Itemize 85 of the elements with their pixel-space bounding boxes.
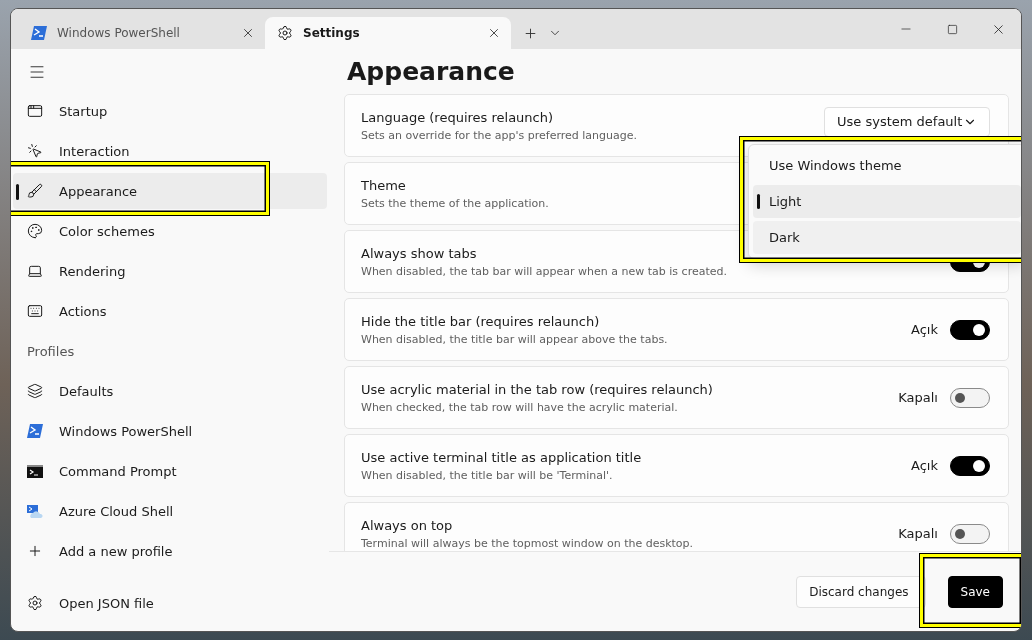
sidebar-item[interactable]: Color schemes (13, 213, 327, 249)
sidebar-item[interactable]: Open JSON file (13, 585, 327, 621)
tab[interactable]: Windows PowerShell (19, 17, 265, 49)
menu-icon (28, 63, 46, 81)
powershell-icon (31, 26, 47, 40)
toggle-state-label: Kapalı (898, 526, 938, 541)
sidebar-item[interactable]: Actions (13, 293, 327, 329)
setting-description: When disabled, the title bar will appear above the tabs. (361, 332, 668, 346)
layers-icon (27, 383, 43, 399)
setting-title: Hide the title bar (requires relaunch) (361, 313, 600, 329)
sidebar-item[interactable]: Rendering (13, 253, 327, 289)
tab-label: Settings (303, 26, 361, 40)
sidebar-item-label: Windows PowerShell (59, 423, 193, 439)
language-dropdown[interactable]: Use system default (824, 106, 990, 137)
plus-icon (523, 25, 538, 41)
menu-option[interactable]: Use Windows theme (753, 149, 1021, 182)
sidebar-item[interactable]: Azure Cloud Shell (13, 493, 327, 529)
setting-description: When disabled, the title bar will be 'Terminal'. (361, 468, 613, 482)
menu-option[interactable]: Light (753, 185, 1021, 218)
discard-button[interactable]: Discard changes (796, 575, 926, 608)
sidebar-item[interactable]: Add a new profile (13, 533, 327, 569)
powershell-icon (27, 424, 43, 438)
sidebar-item-label: Defaults (59, 383, 114, 399)
sidebar-item-label: Command Prompt (59, 463, 177, 479)
cloud-shell-icon (27, 504, 43, 518)
sidebar-item[interactable]: Command Prompt (13, 453, 327, 489)
section-header: Profiles (26, 342, 76, 361)
plus-icon (27, 543, 43, 559)
setting-title: Always on top (361, 517, 453, 533)
startup-window-icon (27, 103, 43, 119)
setting-description: When disabled, the tab bar will appear when a new tab is created. (361, 264, 727, 278)
settings-icon (27, 595, 43, 611)
sidebar-item[interactable]: Defaults (13, 373, 327, 409)
sidebar-item-label: Azure Cloud Shell (59, 503, 174, 519)
sidebar-item[interactable]: Appearance (13, 173, 327, 209)
laptop-icon (27, 263, 43, 279)
toggle-state-label: Kapalı (898, 390, 938, 405)
setting-title: Theme (361, 177, 406, 193)
brush-icon (27, 183, 43, 199)
setting-description: Sets an override for the app's preferred language. (361, 128, 638, 142)
toggle-switch[interactable] (950, 319, 990, 340)
palette-icon (27, 223, 43, 239)
close-icon (487, 26, 501, 40)
toggle-switch[interactable] (950, 523, 990, 544)
save-button[interactable]: Save (947, 575, 1003, 608)
setting-description: Terminal will always be the topmost window on the desktop. (361, 536, 694, 550)
sidebar-item-label: Rendering (59, 263, 126, 279)
setting-title: Use active terminal title as application title (361, 449, 642, 465)
selection-indicator (757, 194, 760, 209)
sidebar-item-label: Appearance (59, 183, 138, 199)
sidebar-item-label: Interaction (59, 143, 130, 159)
setting-title: Use acrylic material in the tab row (requires relaunch) (361, 381, 713, 397)
toggle-switch[interactable] (950, 387, 990, 408)
maximize-icon (946, 23, 958, 35)
toggle-state-label: Açık (911, 322, 938, 337)
setting-description: When checked, the tab row will have the acrylic material. (361, 400, 678, 414)
sidebar-item-label: Actions (59, 303, 107, 319)
pointer-icon (27, 143, 43, 159)
sidebar-item-label: Open JSON file (59, 595, 154, 611)
menu-option-label: Light (769, 194, 802, 209)
setting-title: Always show tabs (361, 245, 477, 261)
sidebar-item-label: Color schemes (59, 223, 155, 239)
sidebar-item-label: Startup (59, 103, 108, 119)
new-tab-button[interactable] (523, 25, 538, 41)
sidebar-item[interactable]: Startup (13, 93, 327, 129)
command-prompt-icon (27, 464, 43, 478)
setting-title: Language (requires relaunch) (361, 109, 554, 125)
sidebar-item-label: Add a new profile (59, 543, 173, 559)
menu-option-label: Use Windows theme (769, 158, 902, 173)
selection-indicator (16, 184, 19, 200)
close-tab-button[interactable] (241, 26, 255, 40)
settings-icon (277, 25, 293, 41)
tab-label: Windows PowerShell (57, 26, 181, 40)
sidebar-item[interactable]: Windows PowerShell (13, 413, 327, 449)
menu-option[interactable]: Dark (753, 221, 1021, 254)
page-title: Appearance (347, 57, 516, 86)
close-tab-button[interactable] (487, 26, 501, 40)
keyboard-icon (27, 303, 43, 319)
toggle-switch[interactable] (950, 455, 990, 476)
tab[interactable]: Settings (265, 17, 511, 49)
close-icon (241, 26, 255, 40)
sidebar-item[interactable]: Interaction (13, 133, 327, 169)
menu-option-label: Dark (769, 230, 800, 245)
toggle-state-label: Açık (911, 458, 938, 473)
setting-description: Sets the theme of the application. (361, 196, 549, 210)
